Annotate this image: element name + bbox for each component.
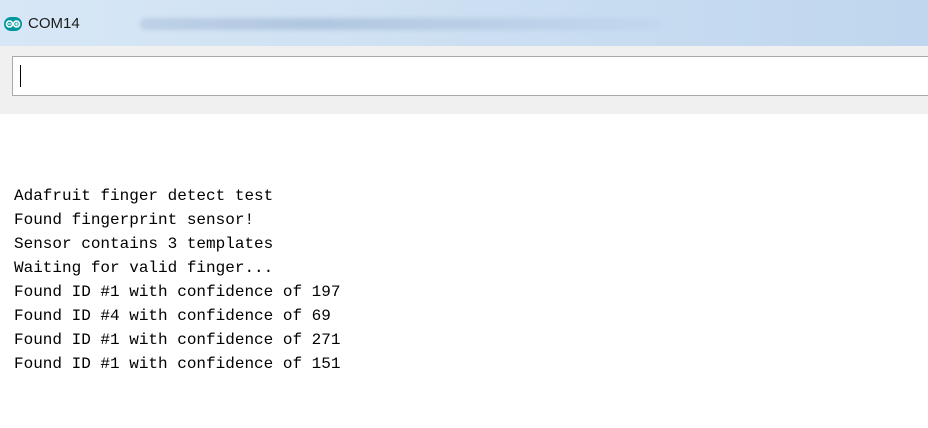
text-caret	[20, 65, 21, 87]
redacted-title-text	[140, 18, 660, 30]
output-line: Found ID #4 with confidence of 69	[14, 307, 331, 325]
arduino-infinity-icon	[4, 17, 22, 31]
output-line: Found ID #1 with confidence of 271	[14, 331, 341, 349]
serial-monitor-window: COM14 Adafruit finger detect test Found …	[0, 0, 928, 428]
output-line: Adafruit finger detect test	[14, 187, 274, 205]
output-line: Sensor contains 3 templates	[14, 235, 274, 253]
output-line: Found ID #1 with confidence of 151	[14, 355, 341, 373]
send-input[interactable]	[12, 56, 928, 96]
output-line: Found ID #1 with confidence of 197	[14, 283, 341, 301]
title-bar[interactable]: COM14	[0, 0, 928, 46]
window-title: COM14	[28, 15, 80, 32]
serial-output[interactable]: Adafruit finger detect test Found finger…	[0, 114, 928, 428]
output-line: Waiting for valid finger...	[14, 259, 274, 277]
output-line: Found fingerprint sensor!	[14, 211, 255, 229]
send-row	[0, 46, 928, 114]
